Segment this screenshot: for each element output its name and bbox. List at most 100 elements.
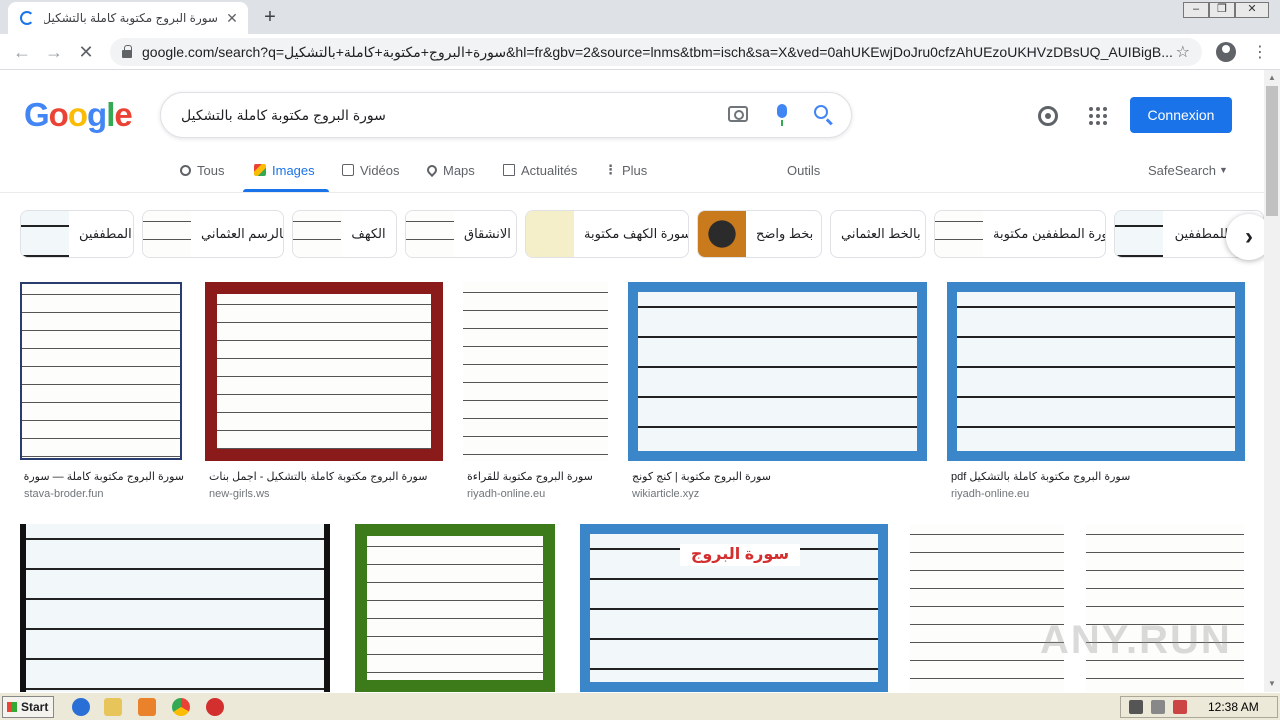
tab-images-label: Images xyxy=(272,162,315,178)
chip-thumbnail xyxy=(698,211,746,257)
tray-app-icon[interactable] xyxy=(1173,700,1187,714)
chip-uthmani-font[interactable]: بالخط العثماني xyxy=(830,210,926,258)
result-caption-4[interactable]: سورة البروج مكتوبة | كنج كونج xyxy=(632,470,929,483)
close-tab-icon[interactable]: ✕ xyxy=(224,10,240,27)
tab-maps[interactable]: Maps xyxy=(424,162,475,178)
tab-more[interactable]: ⋮ Plus xyxy=(604,162,648,178)
media-player-icon[interactable] xyxy=(138,698,156,716)
signin-button[interactable]: Connexion xyxy=(1130,97,1232,133)
apps-grid-icon[interactable] xyxy=(1089,107,1107,125)
forward-arrow-icon[interactable]: → xyxy=(42,40,66,64)
result-caption-3[interactable]: سورة البروج مكتوبة للقراءة xyxy=(467,470,610,483)
tab-all-label: Tous xyxy=(197,162,225,178)
ie-browser-icon[interactable] xyxy=(72,698,90,716)
result-image-10[interactable] xyxy=(1086,524,1244,692)
tab-title: سورة البروج مكتوبة كاملة بالتشكيل - xyxy=(44,11,218,25)
header-divider xyxy=(0,192,1264,193)
scroll-down-arrow-icon[interactable]: ▼ xyxy=(1264,676,1280,692)
url-text: google.com/search?q=سورة+البروج+مكتوبة+ك… xyxy=(142,43,1173,60)
chip-thumbnail xyxy=(293,211,341,257)
browser-toolbar: ← → ✕ google.com/search?q=سورة+البروج+مك… xyxy=(0,34,1280,70)
minimize-button[interactable]: – xyxy=(1183,2,1209,18)
chip-kahf-written[interactable]: سورة الكهف مكتوبة xyxy=(525,210,689,258)
result-source-4[interactable]: wikiarticle.xyz xyxy=(632,488,699,500)
camera-search-icon[interactable] xyxy=(728,106,748,122)
result-source-5[interactable]: riyadh-online.eu xyxy=(951,488,1029,500)
security-alert-icon[interactable] xyxy=(206,698,224,716)
result-source-2[interactable]: new-girls.ws xyxy=(209,488,270,500)
result-image-3[interactable] xyxy=(463,282,608,461)
chip-kahf[interactable]: الكهف xyxy=(292,210,397,258)
chip-label: بالرسم العثماني xyxy=(201,226,284,241)
result-image-5[interactable] xyxy=(947,282,1245,461)
browser-tab-strip: سورة البروج مكتوبة كاملة بالتشكيل - ✕ + … xyxy=(0,0,1280,34)
chip-label: بخط واضح xyxy=(756,226,814,241)
address-bar[interactable]: google.com/search?q=سورة+البروج+مكتوبة+ك… xyxy=(110,38,1202,66)
result-image-1[interactable] xyxy=(20,282,182,460)
chrome-icon[interactable] xyxy=(172,698,190,716)
chip-thumbnail xyxy=(406,211,454,257)
scrollbar-thumb[interactable] xyxy=(1266,86,1278,216)
stop-loading-icon[interactable]: ✕ xyxy=(74,40,98,64)
result-image-2[interactable] xyxy=(205,282,443,461)
start-button[interactable]: Start xyxy=(2,696,54,718)
loading-spinner-icon xyxy=(20,11,34,25)
result-image-7[interactable] xyxy=(355,524,555,692)
chip-label: الكهف xyxy=(351,226,386,241)
tab-maps-label: Maps xyxy=(443,162,475,178)
map-pin-icon xyxy=(424,162,440,178)
result-image-8[interactable]: سورة البروج xyxy=(580,524,888,692)
microphone-icon[interactable] xyxy=(777,104,787,126)
browser-tab[interactable]: سورة البروج مكتوبة كاملة بالتشكيل - ✕ xyxy=(8,2,248,34)
result-image-4[interactable] xyxy=(628,282,927,461)
news-icon xyxy=(503,164,515,176)
search-icon[interactable] xyxy=(814,105,828,119)
tab-news[interactable]: Actualités xyxy=(503,162,578,178)
maximize-button[interactable]: ❐ xyxy=(1209,2,1235,18)
tab-all[interactable]: Tous xyxy=(180,162,225,178)
bookmark-star-icon[interactable]: ☆ xyxy=(1176,42,1190,62)
result-image-9[interactable] xyxy=(910,524,1064,692)
chip-label: سورة المطففين مكتوبة xyxy=(993,226,1105,241)
result-source-3[interactable]: riyadh-online.eu xyxy=(467,488,545,500)
google-logo[interactable]: Google xyxy=(24,96,133,134)
result-source-1[interactable]: stava-broder.fun xyxy=(24,488,104,500)
caret-down-icon: ▼ xyxy=(1218,165,1228,175)
tools-button[interactable]: Outils xyxy=(787,163,820,178)
chip-uthmani-script[interactable]: بالرسم العثماني xyxy=(142,210,284,258)
lock-icon xyxy=(122,45,132,58)
clock[interactable]: 12:38 AM xyxy=(1208,700,1259,714)
new-tab-button[interactable]: + xyxy=(258,6,282,30)
tab-news-label: Actualités xyxy=(521,162,578,178)
result-caption-5[interactable]: سورة البروج مكتوبة كاملة بالتشكيل pdf xyxy=(951,470,1247,483)
chip-inshiqaq[interactable]: الانشقاق xyxy=(405,210,517,258)
chip-clear-script[interactable]: بخط واضح xyxy=(697,210,822,258)
chip-thumbnail xyxy=(935,211,983,257)
tab-images[interactable]: Images xyxy=(254,162,315,178)
search-icon xyxy=(180,164,191,176)
video-icon xyxy=(342,164,354,176)
result-caption-2[interactable]: سورة البروج مكتوبة كاملة بالتشكيل - اجمل… xyxy=(209,470,445,483)
chip-label: سورة الكهف مكتوبة xyxy=(584,226,689,241)
chip-mutaffifin-written[interactable]: سورة المطففين مكتوبة xyxy=(934,210,1106,258)
settings-gear-icon[interactable] xyxy=(1038,106,1058,126)
scroll-up-arrow-icon[interactable]: ▲ xyxy=(1264,70,1280,86)
folder-icon[interactable] xyxy=(104,698,122,716)
more-dots-icon: ⋮ xyxy=(604,162,617,177)
tab-more-label: Plus xyxy=(622,162,648,178)
safesearch-button[interactable]: SafeSearch ▼ xyxy=(1148,163,1228,178)
search-input[interactable]: سورة البروج مكتوبة كاملة بالتشكيل xyxy=(160,92,852,138)
chip-label: بالخط العثماني xyxy=(841,226,921,241)
tab-videos[interactable]: Vidéos xyxy=(342,163,400,178)
result-image-6[interactable] xyxy=(20,524,330,692)
browser-menu-icon[interactable]: ⋮ xyxy=(1252,42,1268,62)
volume-icon[interactable] xyxy=(1151,700,1165,714)
network-icon[interactable] xyxy=(1129,700,1143,714)
profile-avatar-icon[interactable] xyxy=(1216,42,1236,62)
chip-mutaffifin[interactable]: المطففين xyxy=(20,210,134,258)
close-window-button[interactable]: ✕ xyxy=(1235,2,1269,18)
chip-thumbnail xyxy=(1115,211,1163,257)
watermark-text: ANY.RUN xyxy=(1040,618,1232,662)
back-arrow-icon[interactable]: ← xyxy=(10,40,34,64)
result-caption-1[interactable]: سورة البروج مكتوبة كاملة — سورة ال... xyxy=(24,470,184,483)
